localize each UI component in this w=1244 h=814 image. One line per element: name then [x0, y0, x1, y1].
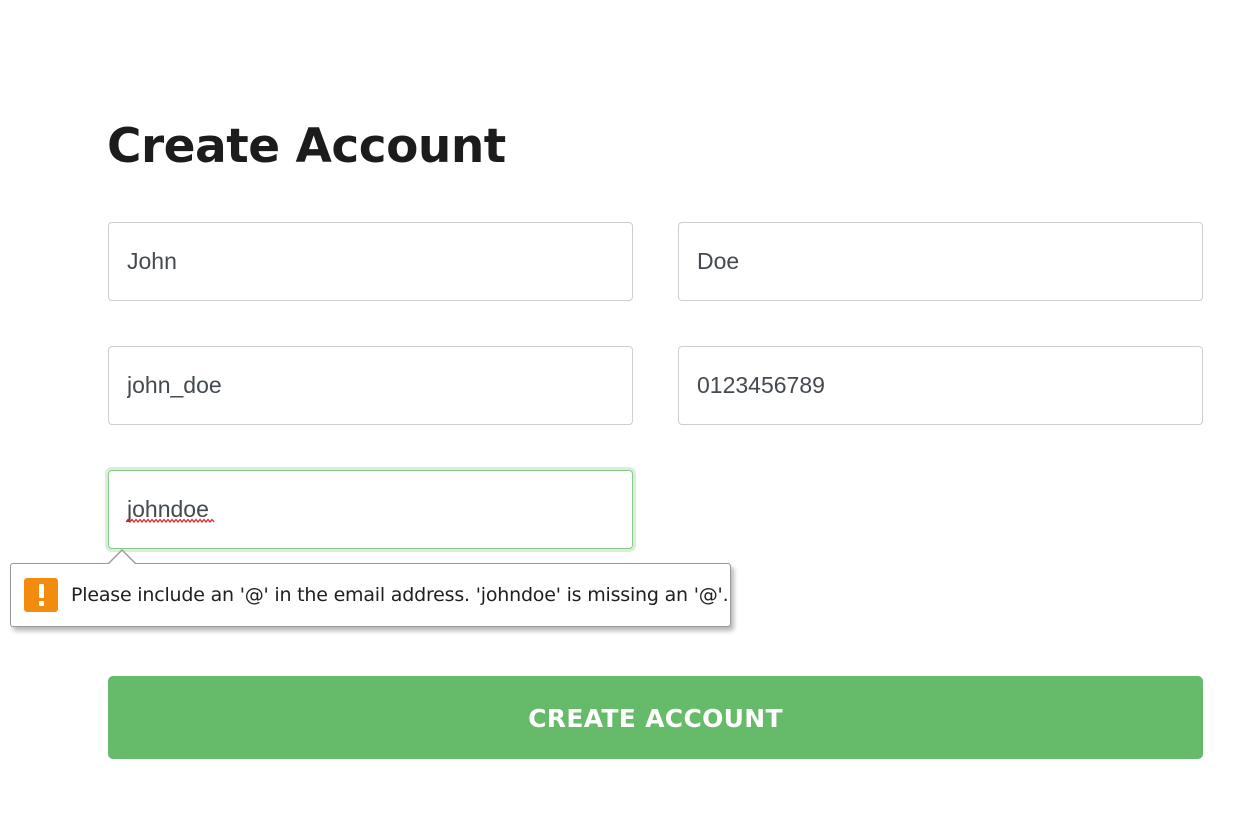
validation-message: Please include an '@' in the email addre…: [71, 584, 729, 606]
username-input[interactable]: [108, 346, 633, 425]
email-input[interactable]: [108, 470, 633, 549]
phone-input[interactable]: [678, 346, 1203, 425]
first-name-input[interactable]: [108, 222, 633, 301]
warning-icon: [24, 578, 58, 612]
last-name-input[interactable]: [678, 222, 1203, 301]
create-account-page: Create Account Please include an '@' in …: [0, 0, 1244, 814]
page-title: Create Account: [107, 119, 506, 174]
tooltip-arrow-fill: [109, 551, 135, 564]
validation-tooltip: Please include an '@' in the email addre…: [10, 563, 731, 627]
create-account-button[interactable]: CREATE ACCOUNT: [108, 676, 1203, 759]
